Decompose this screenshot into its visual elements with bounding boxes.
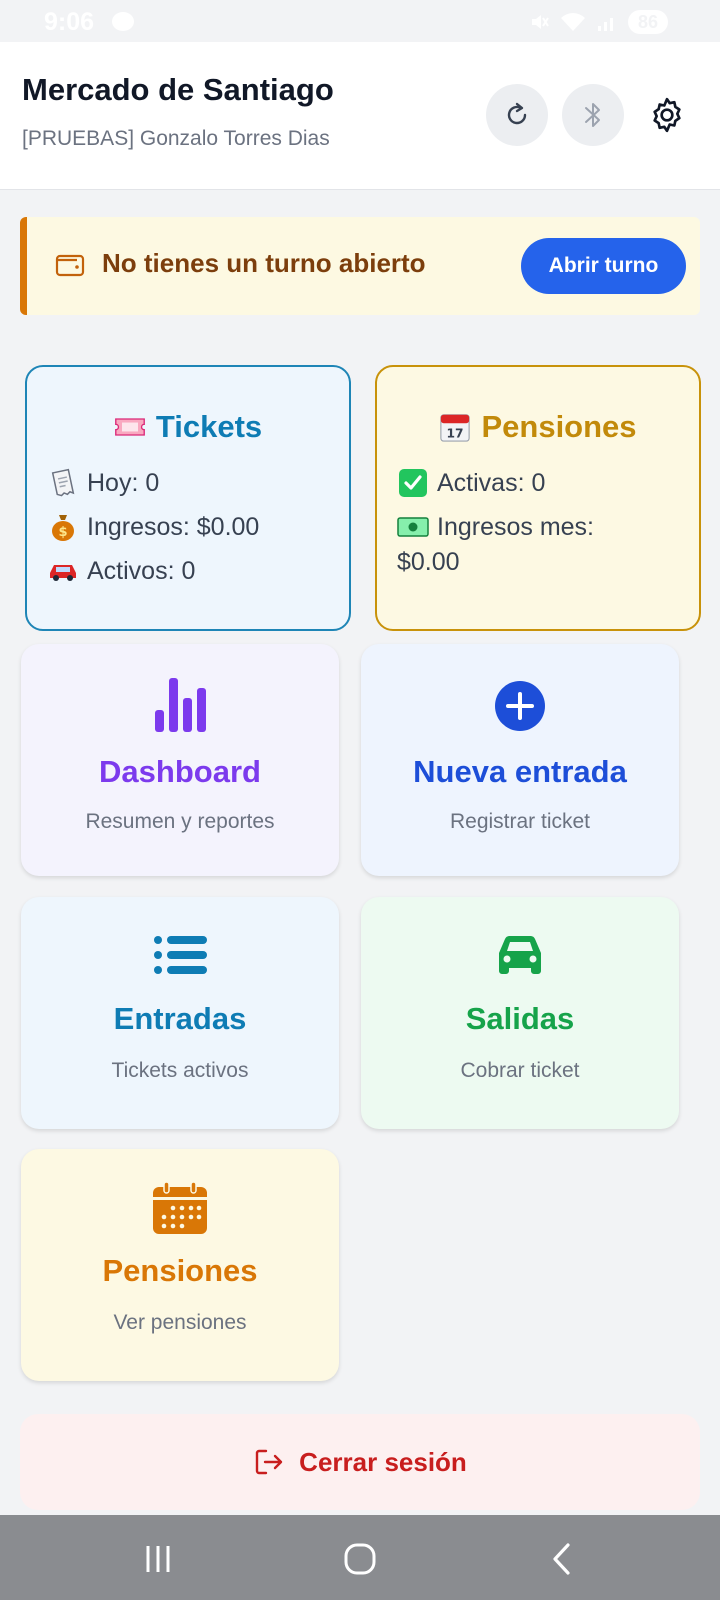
home-icon — [344, 1543, 376, 1575]
shift-alert: No tienes un turno abierto Abrir turno — [20, 217, 700, 315]
mute-icon — [532, 15, 549, 29]
tickets-active: Activos: 0 — [47, 555, 195, 587]
tickets-income: $ Ingresos: $0.00 — [47, 511, 259, 543]
tickets-summary-card[interactable]: Tickets Hoy: 0 $ Ingresos: $0.00 Activos… — [25, 365, 351, 631]
ticket-emoji — [114, 411, 146, 443]
tickets-summary-title: Tickets — [27, 409, 349, 445]
system-nav-bar — [0, 1515, 720, 1600]
list-icon — [21, 935, 339, 975]
car-icon — [361, 933, 679, 977]
receipt-emoji — [47, 467, 79, 499]
back-button[interactable] — [532, 1537, 592, 1581]
car-emoji — [47, 555, 79, 587]
pensions-active: Activas: 0 — [397, 467, 545, 499]
new-entry-title: Nueva entrada — [413, 754, 627, 789]
logout-button[interactable]: Cerrar sesión — [20, 1414, 700, 1510]
exits-card[interactable]: Salidas Cobrar ticket — [361, 897, 679, 1129]
battery-indicator: 86 — [628, 10, 668, 34]
open-shift-button[interactable]: Abrir turno — [521, 238, 686, 294]
refresh-button[interactable] — [486, 84, 548, 146]
exits-title: Salidas — [465, 1001, 575, 1036]
wallet-icon — [55, 252, 85, 283]
plus-circle-icon — [361, 680, 679, 732]
dashboard-title: Dashboard — [99, 754, 261, 789]
svg-text:17: 17 — [447, 426, 464, 440]
pensions-title-text: Pensiones — [481, 409, 637, 444]
chat-notification-icon — [112, 12, 134, 31]
entries-card[interactable]: Entradas Tickets activos — [21, 897, 339, 1129]
calendar-emoji: 17 — [439, 411, 471, 443]
signal-icon — [598, 18, 613, 31]
dashboard-subtitle: Resumen y reportes — [85, 810, 275, 833]
logout-label: Cerrar sesión — [299, 1446, 467, 1477]
refresh-icon — [507, 102, 527, 125]
page-title: Mercado de Santiago — [22, 72, 334, 107]
pensions-summary-title: 17 Pensiones — [377, 409, 699, 445]
bluetooth-button[interactable] — [562, 84, 624, 146]
new-entry-card[interactable]: Nueva entrada Registrar ticket — [361, 644, 679, 876]
gear-icon — [653, 97, 681, 133]
pensions-card-subtitle: Ver pensiones — [113, 1311, 247, 1334]
exits-subtitle: Cobrar ticket — [460, 1059, 580, 1082]
logout-icon — [255, 1449, 283, 1475]
check-mark-emoji — [397, 467, 429, 499]
pensions-summary-card[interactable]: 17 Pensiones Activas: 0 Ingresos mes: $0… — [375, 365, 701, 631]
bluetooth-icon — [585, 103, 600, 127]
pensions-monthly-income-value: $0.00 — [397, 548, 460, 576]
recent-apps-button[interactable] — [128, 1537, 188, 1581]
entries-subtitle: Tickets activos — [111, 1059, 249, 1082]
recent-apps-icon — [146, 1546, 170, 1572]
svg-text:$: $ — [58, 525, 67, 540]
new-entry-subtitle: Registrar ticket — [449, 810, 591, 833]
home-button[interactable] — [330, 1537, 390, 1581]
page-subtitle: [PRUEBAS] Gonzalo Torres Dias — [22, 127, 330, 150]
status-bar: 9:06 86 — [0, 0, 720, 42]
dashboard-card[interactable]: Dashboard Resumen y reportes — [21, 644, 339, 876]
banknote-emoji — [397, 511, 429, 543]
pensions-card[interactable]: Pensiones Ver pensiones — [21, 1149, 339, 1381]
tickets-title-text: Tickets — [155, 409, 263, 444]
back-icon — [553, 1543, 570, 1575]
pensions-monthly-income: Ingresos mes: — [397, 511, 594, 543]
calendar-icon — [21, 1181, 339, 1235]
status-time: 9:06 — [44, 8, 95, 36]
app-header: Mercado de Santiago [PRUEBAS] Gonzalo To… — [0, 42, 720, 190]
entries-title: Entradas — [113, 1001, 247, 1036]
wifi-icon — [561, 13, 585, 31]
tickets-today: Hoy: 0 — [47, 467, 159, 499]
pensions-card-title: Pensiones — [102, 1253, 258, 1288]
money-bag-emoji: $ — [47, 511, 79, 543]
status-icons: 86 — [528, 10, 668, 34]
settings-button[interactable] — [644, 92, 690, 138]
alert-message: No tienes un turno abierto — [102, 248, 426, 278]
bar-chart-icon — [21, 674, 339, 734]
